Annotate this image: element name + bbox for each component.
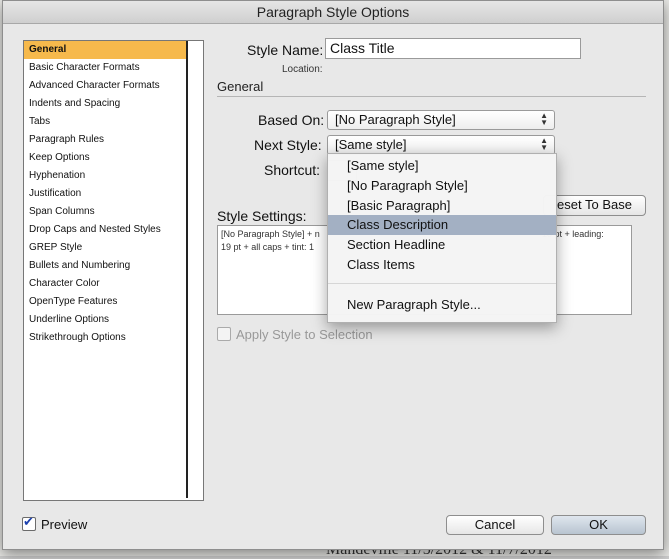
dropdown-menu-item[interactable]: Class Description xyxy=(328,215,556,235)
category-list[interactable]: General Basic Character Formats Advanced C… xyxy=(23,40,204,501)
preview-checkbox[interactable]: Preview xyxy=(22,514,88,532)
category-item[interactable]: OpenType Features xyxy=(24,293,186,311)
next-style-value: [Same style] xyxy=(335,137,407,152)
section-title: General xyxy=(217,79,264,94)
popup-arrows-icon: ▲ ▼ xyxy=(540,111,548,127)
menu-separator xyxy=(328,283,556,284)
apply-checkbox-box xyxy=(217,327,231,341)
category-item[interactable]: Bullets and Numbering xyxy=(24,257,186,275)
style-name-input[interactable]: Class Title xyxy=(325,38,581,59)
next-style-label: Next Style: xyxy=(254,137,322,153)
based-on-value: [No Paragraph Style] xyxy=(335,112,456,127)
cancel-button[interactable]: Cancel xyxy=(446,515,544,535)
style-settings-label: Style Settings: xyxy=(217,208,307,224)
category-item[interactable]: Tabs xyxy=(24,113,186,131)
checkmark-icon xyxy=(22,514,36,531)
category-item[interactable]: Drop Caps and Nested Styles xyxy=(24,221,186,239)
category-item[interactable]: Advanced Character Formats xyxy=(24,77,186,95)
category-item[interactable]: Basic Character Formats xyxy=(24,59,186,77)
new-paragraph-style-item[interactable]: New Paragraph Style... xyxy=(328,295,556,315)
location-label: Location: xyxy=(282,64,323,75)
dropdown-menu-item[interactable]: [Same style] xyxy=(328,156,556,176)
category-item[interactable]: Indents and Spacing xyxy=(24,95,186,113)
apply-style-checkbox[interactable]: Apply Style to Selection xyxy=(217,327,373,342)
category-item[interactable]: Hyphenation xyxy=(24,167,186,185)
category-item[interactable]: Character Color xyxy=(24,275,186,293)
category-list-items: General Basic Character Formats Advanced C… xyxy=(24,41,188,498)
dialog-title: Paragraph Style Options xyxy=(3,1,663,24)
shortcut-label: Shortcut: xyxy=(264,162,321,178)
next-style-popup[interactable]: [Same style] ▲ ▼ xyxy=(327,135,555,155)
section-divider xyxy=(217,96,646,97)
category-item[interactable]: Underline Options xyxy=(24,311,186,329)
dropdown-menu-item[interactable]: [No Paragraph Style] xyxy=(328,176,556,196)
based-on-popup[interactable]: [No Paragraph Style] ▲ ▼ xyxy=(327,110,555,130)
category-item[interactable]: General xyxy=(24,41,186,59)
category-item[interactable]: Keep Options xyxy=(24,149,186,167)
ok-button[interactable]: OK xyxy=(551,515,646,535)
next-style-dropdown-menu: [Same style] [No Paragraph Style] [Basic P… xyxy=(327,153,557,323)
category-item[interactable]: Justification xyxy=(24,185,186,203)
category-item[interactable]: Span Columns xyxy=(24,203,186,221)
category-item[interactable]: Paragraph Rules xyxy=(24,131,186,149)
category-item[interactable]: Strikethrough Options xyxy=(24,329,186,347)
style-name-label: Style Name: xyxy=(247,42,324,58)
based-on-label: Based On: xyxy=(258,112,325,128)
apply-style-label: Apply Style to Selection xyxy=(236,327,373,342)
dropdown-menu-item[interactable]: Section Headline xyxy=(328,235,556,255)
category-item[interactable]: GREP Style xyxy=(24,239,186,257)
reset-to-base-button[interactable]: eset To Base xyxy=(543,195,646,216)
dropdown-menu-item[interactable]: [Basic Paragraph] xyxy=(328,196,556,216)
popup-arrows-icon: ▲ ▼ xyxy=(540,136,548,152)
preview-label: Preview xyxy=(41,517,88,532)
dropdown-menu-item[interactable]: Class Items xyxy=(328,255,556,275)
